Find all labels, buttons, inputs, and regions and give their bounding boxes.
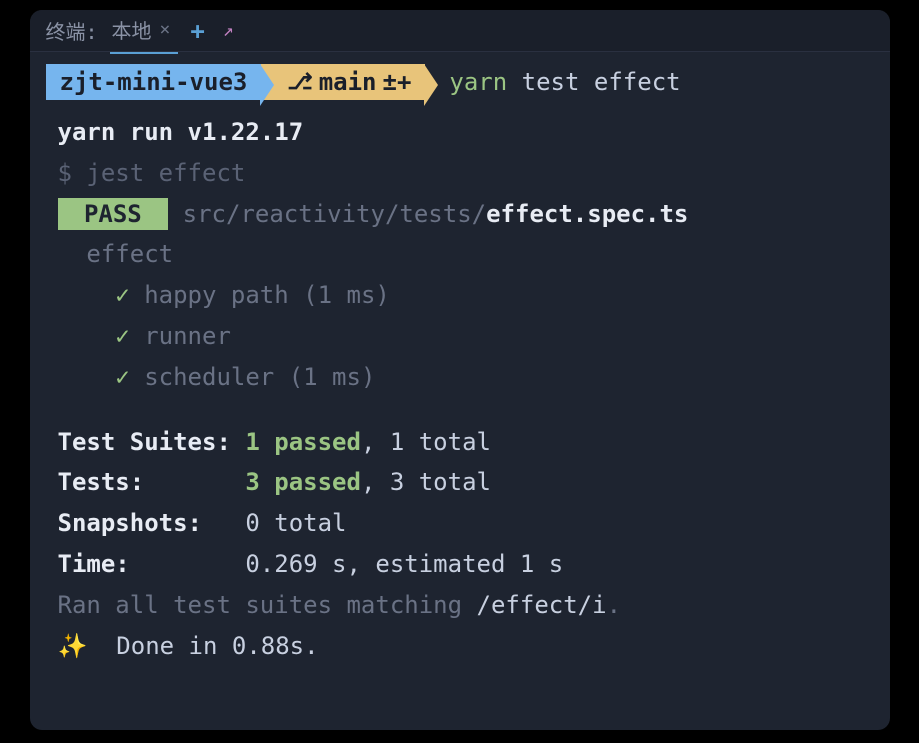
- file-name: effect.spec.ts: [486, 200, 688, 228]
- test-suites-summary: Test Suites: 1 passed, 1 total: [58, 422, 862, 463]
- command-executable: yarn: [449, 68, 507, 96]
- test-name: runner: [130, 322, 231, 350]
- sparkle-icon: ✨: [58, 632, 88, 660]
- test-name: happy path (1 ms): [130, 281, 390, 309]
- command-args: test effect: [507, 68, 680, 96]
- yarn-run-line: yarn run v1.22.17: [58, 112, 862, 153]
- file-path-dim: src/reactivity/tests/: [183, 200, 486, 228]
- git-status: ±+: [383, 68, 412, 96]
- test-result-line: ✓ happy path (1 ms): [58, 275, 862, 316]
- done-line: ✨ Done in 0.88s.: [58, 626, 862, 667]
- test-result-line: ✓ runner: [58, 316, 862, 357]
- prompt-directory: zjt-mini-vue3: [46, 64, 262, 100]
- command-input[interactable]: yarn test effect: [425, 68, 680, 96]
- check-icon: ✓: [115, 322, 129, 350]
- expand-icon[interactable]: ↗: [223, 20, 234, 41]
- branch-name: main: [319, 68, 377, 96]
- check-icon: ✓: [115, 363, 129, 391]
- branch-icon: ⎇: [287, 70, 312, 95]
- test-name: scheduler (1 ms): [130, 363, 376, 391]
- tab-name: 本地: [112, 15, 152, 44]
- close-icon[interactable]: ×: [160, 19, 171, 40]
- tests-summary: Tests: 3 passed, 3 total: [58, 462, 862, 503]
- pass-badge: PASS: [58, 198, 169, 230]
- tab-bar: 终端: 本地 × + ↗: [30, 10, 890, 52]
- prompt-line: zjt-mini-vue3 ⎇ main ±+ yarn test effect: [30, 52, 890, 112]
- ran-matching-line: Ran all test suites matching /effect/i.: [58, 585, 862, 626]
- terminal-window: 终端: 本地 × + ↗ zjt-mini-vue3 ⎇ main ±+ yar…: [30, 10, 890, 730]
- pass-line: PASS src/reactivity/tests/effect.spec.ts: [58, 194, 862, 235]
- jest-cmd-line: $ jest effect: [58, 153, 862, 194]
- suite-name: effect: [58, 234, 862, 275]
- snapshots-summary: Snapshots: 0 total: [58, 503, 862, 544]
- add-tab-icon[interactable]: +: [190, 17, 204, 45]
- tab-item[interactable]: 本地 ×: [110, 10, 179, 54]
- check-icon: ✓: [115, 281, 129, 309]
- time-summary: Time: 0.269 s, estimated 1 s: [58, 544, 862, 585]
- prompt-git-branch: ⎇ main ±+: [261, 64, 425, 100]
- tab-bar-title: 终端:: [46, 16, 98, 45]
- test-result-line: ✓ scheduler (1 ms): [58, 357, 862, 398]
- terminal-output[interactable]: yarn run v1.22.17 $ jest effect PASS src…: [30, 112, 890, 666]
